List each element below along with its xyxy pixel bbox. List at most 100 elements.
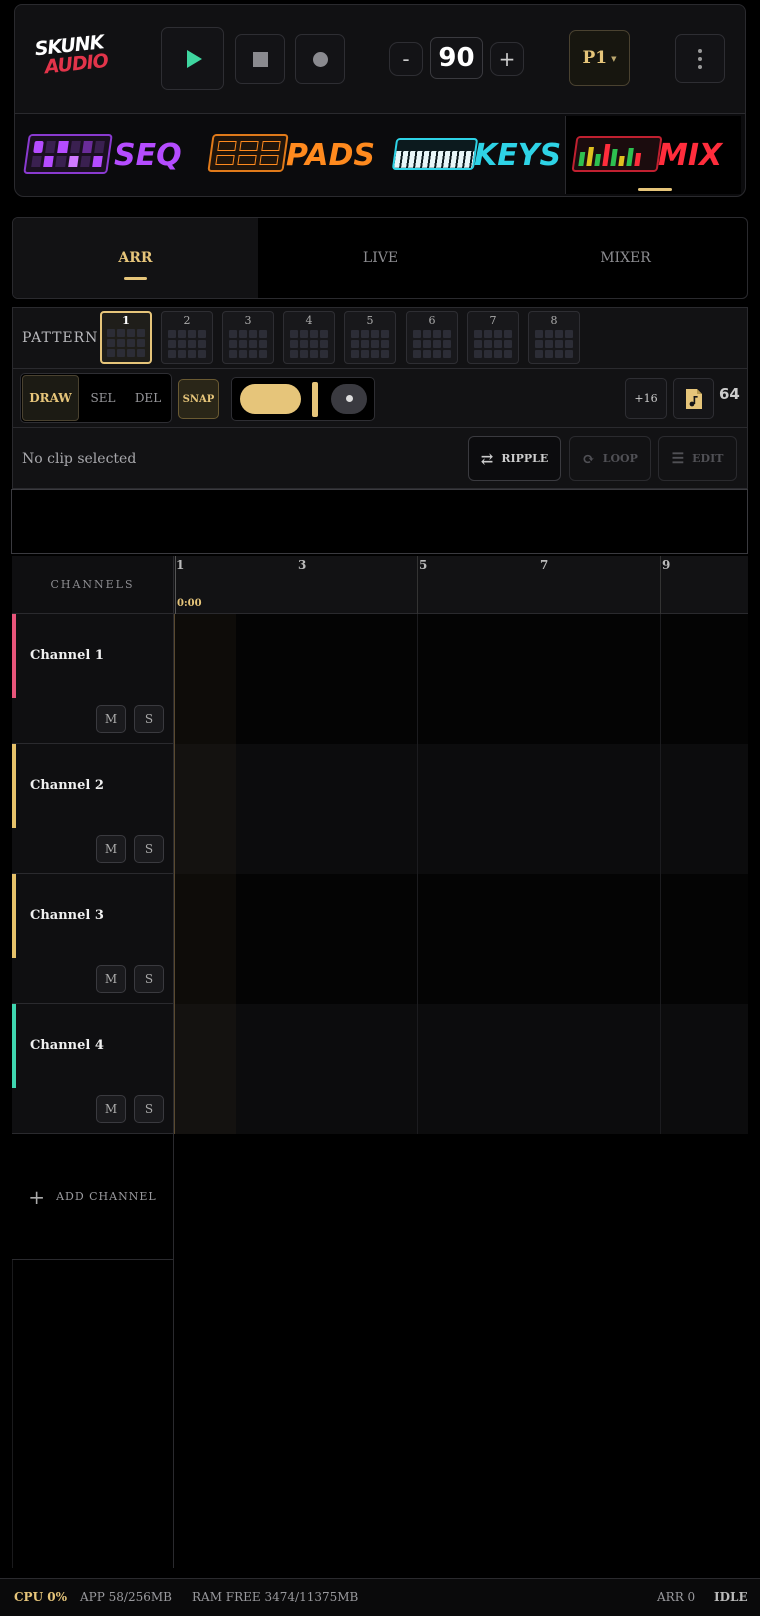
module-pads[interactable]: PADS: [206, 126, 378, 182]
mute-button[interactable]: M: [96, 1095, 126, 1123]
module-keys-label: KEYS: [474, 138, 562, 173]
tempo-display[interactable]: 90: [430, 37, 483, 79]
loop-icon: ⟳: [582, 449, 595, 468]
keys-device-icon: [391, 138, 479, 170]
select-mode-button[interactable]: SEL: [82, 375, 124, 421]
record-button[interactable]: [295, 34, 345, 84]
track-lane-2[interactable]: [174, 744, 748, 874]
pattern-slot-8[interactable]: 8: [528, 311, 580, 364]
grid-line-5: [417, 614, 418, 1134]
record-icon: [312, 51, 328, 67]
ruler-line-5: [417, 556, 418, 614]
snap-toggle-button[interactable]: SNAP: [178, 379, 219, 419]
solo-button[interactable]: S: [134, 705, 164, 733]
channel-color-strip: [12, 874, 16, 958]
module-mix-label: MIX: [658, 138, 723, 173]
ruler-line-9: [660, 556, 661, 614]
channel-name: Channel 3: [30, 908, 104, 923]
delete-mode-button[interactable]: DEL: [126, 375, 170, 421]
transport-bar: [14, 4, 746, 114]
channel-row-3[interactable]: Channel 3 M S: [12, 874, 174, 1004]
pattern-slot-6[interactable]: 6: [406, 311, 458, 364]
pattern-slot-5[interactable]: 5: [344, 311, 396, 364]
time-label: 0:00: [177, 598, 202, 609]
more-menu-button[interactable]: [675, 34, 725, 83]
mix-device-icon: [571, 136, 663, 172]
sliders-icon: ☰: [671, 450, 685, 467]
module-seq[interactable]: SEQ: [22, 126, 194, 182]
add-16-bars-button[interactable]: +16: [625, 378, 667, 419]
track-lane-1[interactable]: [174, 614, 748, 744]
tab-mixer[interactable]: MIXER: [503, 218, 747, 298]
mute-button[interactable]: M: [96, 965, 126, 993]
mute-button[interactable]: M: [96, 705, 126, 733]
stop-button[interactable]: [235, 34, 285, 84]
track-lane-4[interactable]: [174, 1004, 748, 1134]
bar-label-1: 1: [176, 558, 185, 572]
tempo-increase-button[interactable]: +: [490, 42, 524, 76]
channel-name: Channel 2: [30, 778, 104, 793]
tab-live[interactable]: LIVE: [258, 218, 503, 298]
tempo-decrease-button[interactable]: -: [389, 42, 423, 76]
ripple-toggle-button[interactable]: ⇄ RIPPLE: [468, 436, 561, 481]
module-seq-label: SEQ: [114, 138, 182, 173]
tab-arr[interactable]: ARR: [13, 218, 258, 298]
swap-arrows-icon: ⇄: [480, 449, 494, 468]
zoom-slider-handle[interactable]: [312, 382, 318, 417]
pattern-slot-2[interactable]: 2: [161, 311, 213, 364]
zoom-slider-fill: [240, 384, 301, 414]
loop-button[interactable]: ⟳ LOOP: [569, 436, 651, 481]
logo-line2: AUDIO: [43, 49, 109, 79]
channel-list-filler: [12, 1260, 174, 1568]
channel-row-4[interactable]: Channel 4 M S: [12, 1004, 174, 1134]
song-file-button[interactable]: [673, 378, 714, 419]
playhead[interactable]: [174, 614, 175, 1134]
pattern-slot-3[interactable]: 3: [222, 311, 274, 364]
bar-label-9: 9: [662, 558, 671, 572]
clip-detail-area: [11, 489, 748, 554]
play-button[interactable]: [161, 27, 224, 90]
module-mix[interactable]: MIX: [565, 116, 741, 194]
preset-value: P1: [582, 48, 608, 68]
bar-label-7: 7: [540, 558, 549, 572]
track-lane-3[interactable]: [174, 874, 748, 1004]
engine-state: IDLE: [714, 1590, 748, 1604]
module-keys[interactable]: KEYS: [390, 126, 562, 182]
channel-name: Channel 1: [30, 648, 104, 663]
solo-button[interactable]: S: [134, 835, 164, 863]
kebab-menu-icon: [698, 48, 702, 69]
clip-status: No clip selected: [22, 451, 137, 467]
app-memory: APP 58/256MB: [80, 1590, 172, 1604]
edit-clip-button[interactable]: ☰ EDIT: [658, 436, 737, 481]
solo-button[interactable]: S: [134, 965, 164, 993]
channel-color-strip: [12, 744, 16, 828]
module-pads-label: PADS: [286, 138, 375, 173]
seq-device-icon: [23, 134, 113, 174]
add-channel-button[interactable]: + ADD CHANNEL: [12, 1134, 174, 1260]
zoom-slider-end: [331, 384, 367, 414]
channel-row-1[interactable]: Channel 1 M S: [12, 614, 174, 744]
solo-button[interactable]: S: [134, 1095, 164, 1123]
channel-row-2[interactable]: Channel 2 M S: [12, 744, 174, 874]
mute-button[interactable]: M: [96, 835, 126, 863]
cpu-usage: CPU 0%: [14, 1590, 67, 1604]
pattern-slot-4[interactable]: 4: [283, 311, 335, 364]
zoom-slider[interactable]: [231, 377, 375, 421]
timeline-ruler[interactable]: 1 3 5 7 9 0:00: [174, 556, 748, 614]
app-logo: SKUNK AUDIO: [34, 31, 120, 84]
play-icon: [187, 49, 202, 68]
grid-line-9: [660, 614, 661, 1134]
draw-mode-button[interactable]: DRAW: [22, 375, 79, 421]
arrangement-length: 64: [719, 385, 740, 403]
pattern-slot-1[interactable]: 1: [100, 311, 152, 364]
preset-dropdown[interactable]: P1 ▼: [569, 30, 630, 86]
chevron-down-icon: ▼: [611, 53, 617, 63]
pattern-slot-7[interactable]: 7: [467, 311, 519, 364]
bar-label-3: 3: [298, 558, 307, 572]
stop-icon: [252, 51, 268, 67]
active-module-indicator: [638, 188, 672, 191]
bar-label-5: 5: [419, 558, 428, 572]
pads-device-icon: [207, 134, 289, 172]
channel-color-strip: [12, 614, 16, 698]
ram-free: RAM FREE 3474/11375MB: [192, 1590, 359, 1604]
